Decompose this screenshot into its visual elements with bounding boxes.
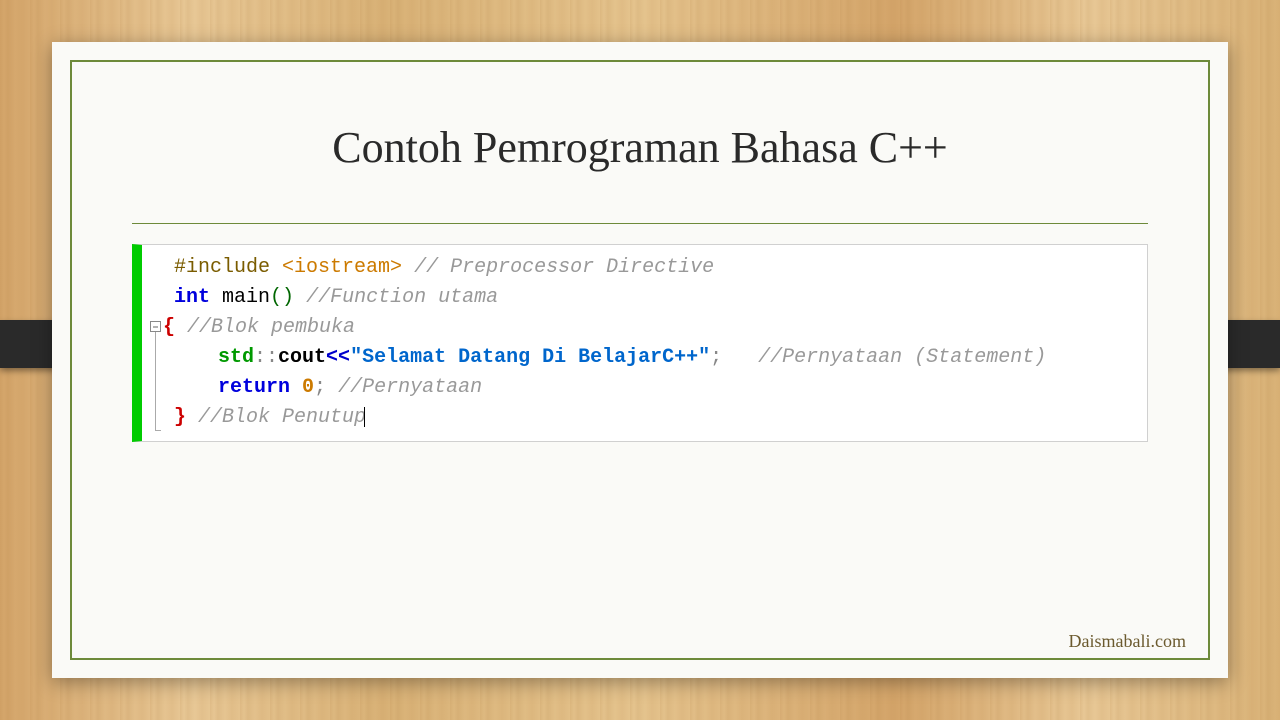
code-line-6: } //Blok Penutup <box>150 403 1137 433</box>
token-preproc: #include <box>174 256 282 279</box>
token-comment: //Pernyataan <box>338 376 482 399</box>
token-keyword: int <box>174 286 222 309</box>
token-semicolon: ; <box>314 376 326 399</box>
token-comment: //Function utama <box>306 286 498 309</box>
token-brace-open: { <box>163 316 175 339</box>
token-semicolon: ; <box>710 346 722 369</box>
code-line-5: return 0; //Pernyataan <box>150 373 1137 403</box>
fold-guide-vertical <box>155 321 156 431</box>
token-brace-close: } <box>174 406 186 429</box>
token-comment: //Blok pembuka <box>187 316 355 339</box>
slide-inner-frame: Contoh Pemrograman Bahasa C++ #include <… <box>70 60 1210 660</box>
decor-tab-right <box>1220 320 1280 368</box>
token-comment: //Blok Penutup <box>198 406 366 429</box>
code-line-2: int main() //Function utama <box>150 283 1137 313</box>
token-namespace: std <box>218 346 254 369</box>
code-line-1: #include <iostream> // Preprocessor Dire… <box>150 253 1137 283</box>
fold-guide-horizontal <box>155 430 161 431</box>
token-comment: //Pernyataan (Statement) <box>758 346 1046 369</box>
slide-title: Contoh Pemrograman Bahasa C++ <box>132 122 1148 173</box>
token-comment: // Preprocessor Directive <box>414 256 714 279</box>
decor-tab-left <box>0 320 60 368</box>
token-number: 0 <box>302 376 314 399</box>
fold-minus-icon <box>150 321 161 332</box>
token-paren: () <box>270 286 294 309</box>
token-keyword: return <box>218 376 302 399</box>
code-line-3: { //Blok pembuka <box>150 313 1137 343</box>
token-operator: << <box>326 346 350 369</box>
token-member: cout <box>278 346 326 369</box>
token-identifier: main <box>222 286 270 309</box>
watermark-text: Daismabali.com <box>1069 631 1186 652</box>
text-cursor-icon <box>364 407 365 427</box>
code-line-4: std::cout<<"Selamat Datang Di BelajarC++… <box>150 343 1137 373</box>
token-header: <iostream> <box>282 256 402 279</box>
token-scope: :: <box>254 346 278 369</box>
title-divider <box>132 223 1148 224</box>
code-snippet: #include <iostream> // Preprocessor Dire… <box>132 244 1148 442</box>
token-string: "Selamat Datang Di BelajarC++" <box>350 346 710 369</box>
slide-card: Contoh Pemrograman Bahasa C++ #include <… <box>52 42 1228 678</box>
